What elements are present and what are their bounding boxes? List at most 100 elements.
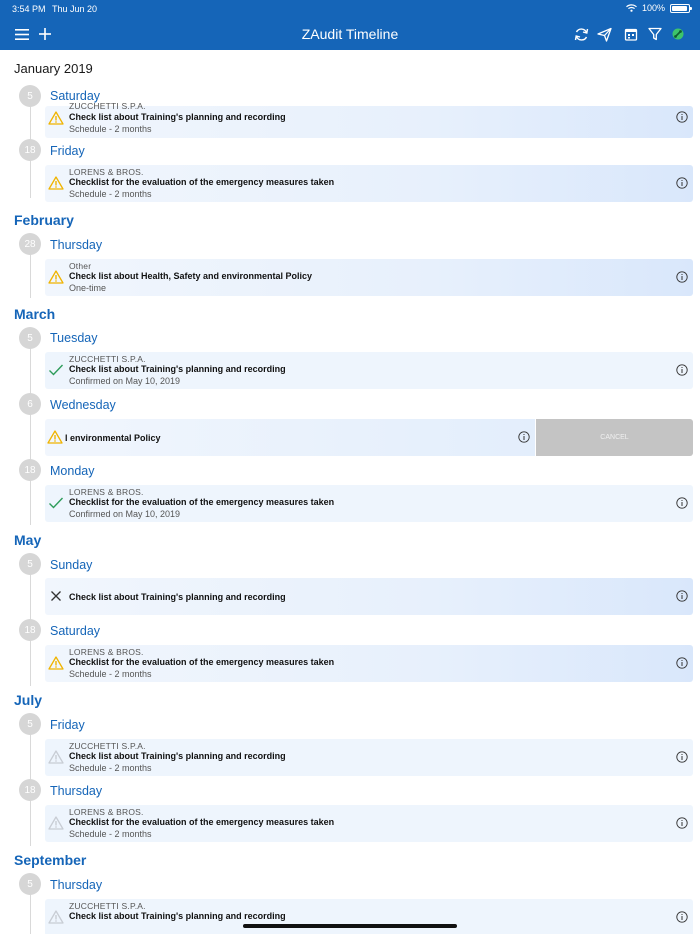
month-header: February	[14, 212, 74, 228]
audit-card[interactable]: LORENS & BROS. Checklist for the evaluat…	[45, 805, 693, 842]
warning-icon	[48, 656, 64, 670]
day-number: 18	[19, 139, 41, 161]
top-bar: 3:54 PM Thu Jun 20 100% ZAudit Timeline	[0, 0, 700, 50]
audit-card[interactable]: LORENS & BROS. Checklist for the evaluat…	[45, 645, 693, 682]
send-button[interactable]	[593, 24, 615, 44]
status-bar: 3:54 PM Thu Jun 20 100%	[0, 0, 700, 16]
card-company: Other	[69, 261, 92, 271]
card-title: Checklist for the evaluation of the emer…	[69, 177, 335, 187]
card-title: Check list about Health, Safety and envi…	[69, 271, 313, 281]
calendar-button[interactable]	[620, 24, 642, 44]
day-name: Tuesday	[50, 331, 98, 345]
cancel-button[interactable]: CANCEL	[536, 419, 693, 456]
card-subtitle: Confirmed on May 10, 2019	[69, 509, 181, 519]
day-number: 6	[19, 393, 41, 415]
audit-card[interactable]: ZUCCHETTI S.P.A. Check list about Traini…	[45, 899, 693, 934]
card-subtitle: One-time	[69, 283, 107, 293]
warning-icon	[47, 430, 63, 444]
info-icon[interactable]	[676, 751, 688, 763]
audit-card[interactable]: ZUCCHETTI S.P.A. Check list about Traini…	[45, 352, 693, 389]
timeline[interactable]: January 2019 5 Saturday ZUCCHETTI S.P.A.…	[0, 50, 700, 934]
day-name: Thursday	[50, 784, 103, 798]
battery-icon	[670, 3, 692, 13]
card-subtitle: Schedule - 2 months	[69, 763, 152, 773]
day-name: Saturday	[50, 624, 101, 638]
info-icon[interactable]	[676, 911, 688, 923]
card-company: LORENS & BROS.	[69, 807, 144, 817]
day-number: 5	[19, 553, 41, 575]
day-number: 5	[19, 85, 41, 107]
info-icon[interactable]	[676, 817, 688, 829]
swiped-audit-card[interactable]: l environmental Policy CANCEL	[45, 419, 693, 456]
info-icon[interactable]	[676, 111, 688, 123]
card-company: LORENS & BROS.	[69, 647, 144, 657]
audit-card[interactable]: LORENS & BROS. Checklist for the evaluat…	[45, 165, 693, 202]
day-name: Thursday	[50, 878, 103, 892]
card-subtitle: Schedule - 2 months	[69, 124, 152, 134]
day-number: 28	[19, 233, 41, 255]
card-title: Checklist for the evaluation of the emer…	[69, 657, 335, 667]
card-subtitle: Schedule - 2 months	[69, 669, 152, 679]
card-title: Checklist for the evaluation of the emer…	[69, 497, 335, 507]
card-subtitle: Schedule - 2 months	[69, 189, 152, 199]
status-right: 100%	[626, 3, 692, 13]
card-subtitle: Confirmed on May 10, 2019	[69, 376, 181, 386]
day-name: Friday	[50, 144, 85, 158]
connection-button[interactable]	[667, 24, 689, 44]
card-subtitle: Schedule - 2 months	[69, 829, 152, 839]
sync-button[interactable]	[570, 24, 592, 44]
card-title: Check list about Training's planning and…	[69, 911, 286, 921]
audit-card[interactable]: LORENS & BROS. Checklist for the evaluat…	[45, 485, 693, 522]
info-icon[interactable]	[676, 497, 688, 509]
day-number: 18	[19, 459, 41, 481]
card-title: Check list about Training's planning and…	[69, 751, 286, 761]
timeline-line	[30, 248, 31, 298]
warning-icon	[48, 270, 64, 284]
info-icon[interactable]	[676, 590, 688, 602]
warning-icon	[48, 910, 64, 924]
month-header: May	[14, 532, 42, 548]
status-date: Thu Jun 20	[52, 4, 98, 14]
info-icon[interactable]	[676, 364, 688, 376]
day-name: Sunday	[50, 558, 93, 572]
warning-icon	[48, 176, 64, 190]
info-icon[interactable]	[676, 177, 688, 189]
day-number: 5	[19, 713, 41, 735]
connection-icon	[672, 28, 684, 40]
status-time: 3:54 PM	[12, 4, 46, 14]
info-icon[interactable]	[676, 271, 688, 283]
card-title: l environmental Policy	[65, 433, 161, 443]
card-title: Check list about Training's planning and…	[69, 364, 286, 374]
month-header: September	[14, 852, 87, 868]
home-indicator[interactable]	[243, 924, 457, 928]
calendar-icon	[624, 28, 638, 41]
info-icon[interactable]	[518, 431, 530, 443]
timeline-line	[30, 342, 31, 525]
card-company: ZUCCHETTI S.P.A.	[69, 101, 146, 111]
audit-card[interactable]: Other Check list about Health, Safety an…	[45, 259, 693, 296]
card-company: LORENS & BROS.	[69, 487, 144, 497]
day-number: 18	[19, 779, 41, 801]
month-header: July	[14, 692, 43, 708]
audit-card[interactable]: ZUCCHETTI S.P.A. Check list about Traini…	[45, 739, 693, 776]
day-name: Thursday	[50, 238, 103, 252]
warning-icon	[48, 816, 64, 830]
close-icon	[51, 591, 61, 601]
card-company: ZUCCHETTI S.P.A.	[69, 354, 146, 364]
filter-icon	[648, 27, 662, 41]
day-number: 18	[19, 619, 41, 641]
warning-icon	[48, 750, 64, 764]
month-header: January 2019	[14, 61, 93, 76]
card-title: Check list about Training's planning and…	[69, 112, 286, 122]
checkmark-icon	[49, 497, 64, 509]
audit-card[interactable]: Check list about Training's planning and…	[45, 578, 693, 615]
month-header: March	[14, 306, 56, 322]
audit-card[interactable]: ZUCCHETTI S.P.A. Check list about Traini…	[45, 101, 693, 138]
battery-percent: 100%	[641, 3, 665, 13]
sync-icon	[574, 27, 588, 41]
day-name: Wednesday	[50, 398, 116, 412]
filter-button[interactable]	[644, 24, 666, 44]
card-company: LORENS & BROS.	[69, 167, 144, 177]
info-icon[interactable]	[676, 657, 688, 669]
audit-card[interactable]: l environmental Policy	[45, 419, 535, 456]
